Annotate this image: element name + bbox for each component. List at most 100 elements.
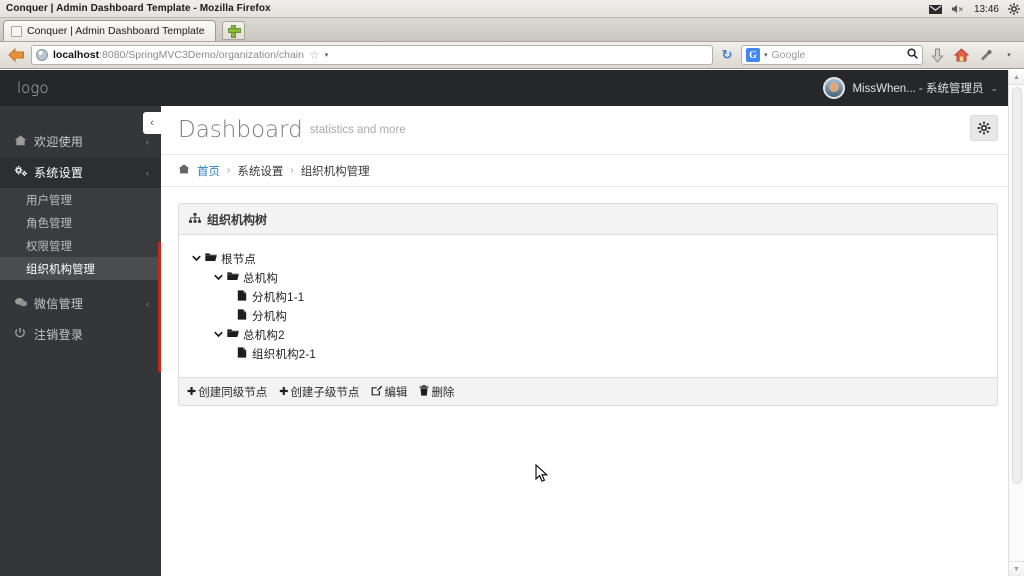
chevron-down-icon[interactable]: ▾ bbox=[325, 51, 329, 59]
sidebar-item-organization-management[interactable]: 组织机构管理 bbox=[0, 257, 161, 280]
button-label: 创建同级节点 bbox=[198, 386, 268, 399]
button-label: 删除 bbox=[431, 386, 455, 399]
url-host: localhost bbox=[53, 49, 100, 61]
sidebar-subitem-label: 权限管理 bbox=[26, 240, 72, 253]
home-button[interactable] bbox=[951, 48, 971, 62]
organization-tree: 根节点 总机构 分机构1-1 分机构 总机构2 组织机构2-1 bbox=[189, 249, 987, 363]
avatar bbox=[823, 77, 846, 99]
reload-button[interactable]: ↻ bbox=[717, 47, 737, 63]
file-icon bbox=[235, 289, 249, 304]
home-icon bbox=[14, 135, 34, 149]
tree-node-label: 分机构1-1 bbox=[252, 291, 305, 304]
tree-node[interactable]: 总机构 bbox=[189, 268, 987, 287]
sidebar-item-label: 注销登录 bbox=[34, 328, 84, 342]
scroll-up-button[interactable]: ▲ bbox=[1009, 70, 1024, 85]
scrollbar-thumb[interactable] bbox=[1012, 87, 1022, 484]
tree-node-label: 根节点 bbox=[221, 253, 257, 266]
plus-icon: ✚ bbox=[187, 386, 197, 398]
sidebar-item-label: 系统设置 bbox=[34, 166, 84, 180]
user-name: MissWhen... - 系统管理员 bbox=[852, 83, 984, 95]
tree-node-label: 分机构 bbox=[252, 310, 288, 323]
window-title: Conquer | Admin Dashboard Template - Moz… bbox=[6, 3, 271, 14]
sidebar: 欢迎使用 ‹ 系统设置 ‹ 用户管理 角色管理 权限管理 组织机构管理 微信管理… bbox=[0, 106, 161, 576]
breadcrumb-item-system-settings[interactable]: 系统设置 bbox=[237, 163, 283, 179]
bookmark-star-icon[interactable]: ☆ bbox=[309, 48, 320, 62]
url-path: :8080/SpringMVC3Demo/organization/chain bbox=[99, 49, 304, 61]
tree-node-label: 总机构2 bbox=[243, 329, 285, 342]
volume-muted-icon[interactable] bbox=[951, 4, 965, 14]
sidebar-item-wechat-management[interactable]: 微信管理 ‹ bbox=[0, 288, 161, 319]
sidebar-collapse-toggle[interactable]: ‹ bbox=[143, 112, 161, 134]
sitemap-icon bbox=[189, 212, 201, 226]
search-input[interactable]: Google bbox=[772, 49, 903, 61]
edit-icon bbox=[371, 385, 383, 399]
back-button[interactable] bbox=[5, 45, 27, 65]
chevron-down-icon[interactable] bbox=[213, 273, 223, 283]
settings-button[interactable] bbox=[970, 115, 998, 141]
sidebar-item-user-management[interactable]: 用户管理 bbox=[0, 188, 161, 211]
mail-icon[interactable] bbox=[928, 4, 942, 14]
user-menu[interactable]: MissWhen... - 系统管理员 ⌄ bbox=[823, 70, 1024, 106]
trash-icon bbox=[419, 384, 429, 399]
search-bar[interactable]: G ▾ Google bbox=[741, 45, 923, 65]
tree-node[interactable]: 根节点 bbox=[189, 249, 987, 268]
folder-open-icon bbox=[226, 328, 240, 341]
scroll-down-button[interactable]: ▼ bbox=[1009, 561, 1024, 576]
tree-node[interactable]: 分机构1-1 bbox=[189, 287, 987, 306]
browser-tab[interactable]: Conquer | Admin Dashboard Template bbox=[3, 20, 216, 41]
folder-open-icon bbox=[204, 252, 218, 265]
home-icon bbox=[178, 164, 190, 177]
file-icon bbox=[235, 346, 249, 361]
sidebar-item-label: 欢迎使用 bbox=[34, 135, 84, 149]
vertical-scrollbar[interactable]: ▲ ▼ bbox=[1008, 70, 1024, 576]
url-bar[interactable]: localhost:8080/SpringMVC3Demo/organizati… bbox=[31, 45, 713, 65]
url-text: localhost:8080/SpringMVC3Demo/organizati… bbox=[53, 49, 304, 61]
main-content: Dashboard statistics and more 首页 › 系统设置 … bbox=[161, 106, 1024, 576]
sidebar-subitem-label: 组织机构管理 bbox=[26, 263, 95, 276]
sidebar-item-role-management[interactable]: 角色管理 bbox=[0, 211, 161, 234]
sidebar-submenu: 用户管理 角色管理 权限管理 组织机构管理 bbox=[0, 188, 161, 280]
chevron-down-icon[interactable] bbox=[213, 330, 223, 340]
tab-favicon bbox=[11, 25, 22, 37]
sidebar-item-logout[interactable]: 注销登录 bbox=[0, 319, 161, 350]
gears-icon bbox=[14, 165, 34, 180]
browser-menu-button[interactable]: ▾ bbox=[999, 51, 1019, 59]
window-titlebar: Conquer | Admin Dashboard Template - Moz… bbox=[0, 0, 1024, 18]
bookmarks-button[interactable] bbox=[975, 49, 995, 61]
brand-logo[interactable]: logo bbox=[0, 79, 161, 97]
sidebar-item-system-settings[interactable]: 系统设置 ‹ bbox=[0, 157, 161, 188]
navigation-toolbar: localhost:8080/SpringMVC3Demo/organizati… bbox=[0, 42, 1024, 69]
system-clock: 13:46 bbox=[973, 3, 999, 15]
plus-icon bbox=[227, 25, 241, 38]
chevron-down-icon: ▾ bbox=[1007, 52, 1011, 59]
tree-node[interactable]: 总机构2 bbox=[189, 325, 987, 344]
reload-icon: ↻ bbox=[721, 47, 733, 62]
tree-node[interactable]: 组织机构2-1 bbox=[189, 344, 987, 363]
google-icon: G bbox=[746, 48, 760, 62]
tree-node-label: 总机构 bbox=[243, 272, 279, 285]
create-sibling-node-button[interactable]: ✚ 创建同级节点 bbox=[187, 384, 267, 400]
sidebar-subitem-label: 用户管理 bbox=[26, 194, 72, 207]
tree-node[interactable]: 分机构 bbox=[189, 306, 987, 325]
new-tab-button[interactable] bbox=[221, 21, 245, 40]
search-icon[interactable] bbox=[907, 48, 918, 62]
delete-node-button[interactable]: 删除 bbox=[419, 384, 454, 400]
breadcrumb-item-home[interactable]: 首页 bbox=[197, 163, 220, 179]
download-button[interactable] bbox=[927, 48, 947, 63]
chevron-down-icon: ⌄ bbox=[990, 82, 998, 93]
sidebar-item-permission-management[interactable]: 权限管理 bbox=[0, 234, 161, 257]
panel-header: 组织机构树 bbox=[179, 204, 997, 235]
search-engine-chevron-icon[interactable]: ▾ bbox=[764, 51, 768, 59]
gear-icon[interactable] bbox=[1008, 3, 1020, 15]
create-child-node-button[interactable]: ✚ 创建子级节点 bbox=[279, 384, 359, 400]
button-label: 编辑 bbox=[384, 386, 408, 399]
chevron-left-icon: ‹ bbox=[146, 167, 149, 178]
sidebar-subitem-label: 角色管理 bbox=[26, 217, 72, 230]
breadcrumb-separator: › bbox=[227, 165, 231, 176]
folder-open-icon bbox=[226, 271, 240, 284]
edit-node-button[interactable]: 编辑 bbox=[371, 384, 407, 400]
sidebar-item-welcome[interactable]: 欢迎使用 ‹ bbox=[0, 126, 161, 157]
chevron-down-icon[interactable] bbox=[191, 254, 201, 264]
